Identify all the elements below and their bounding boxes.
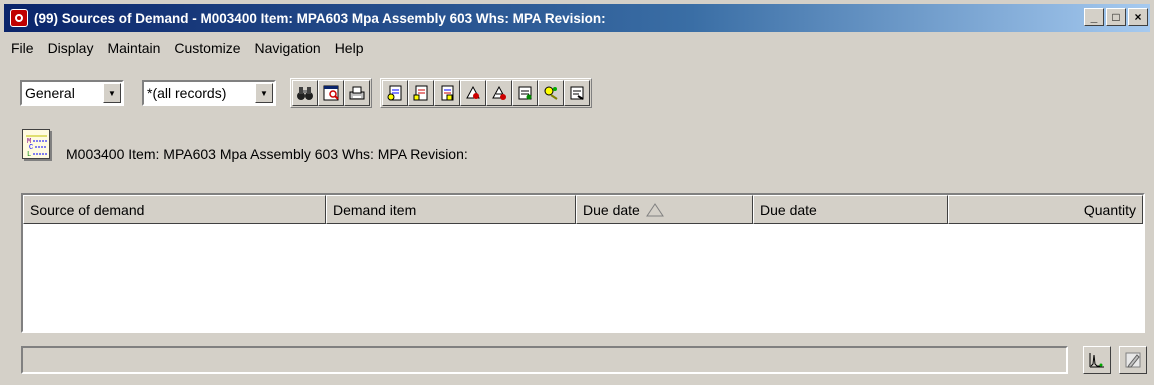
toolbar: General ▼ *(all records) ▼ [20,78,592,108]
report-preview-button[interactable] [318,80,344,106]
column-label: Demand item [333,201,417,218]
binoculars-button[interactable] [292,80,318,106]
chevron-down-icon[interactable]: ▼ [103,83,121,103]
column-header-quantity[interactable]: Quantity [948,195,1143,224]
menu-file[interactable]: File [4,40,41,56]
tool1-icon [466,85,480,99]
window-title: (99) Sources of Demand - M003400 Item: M… [34,10,606,26]
report-preview-icon [323,85,339,101]
tool2-button[interactable] [486,80,512,106]
menu-navigation[interactable]: Navigation [248,40,328,56]
column-header-due-date-sorted[interactable]: Due date [576,195,753,224]
filter-combo-value: *(all records) [147,85,227,101]
tool3-icon [518,86,532,100]
sort-ascending-icon [645,202,664,216]
column-label: Quantity [1083,201,1136,218]
form3-icon [441,85,454,101]
chevron-down-icon[interactable]: ▼ [255,83,273,103]
menu-help[interactable]: Help [328,40,371,56]
tool3-button[interactable] [512,80,538,106]
tool1-button[interactable] [460,80,486,106]
table-header: Source of demand Demand item Due date Du… [23,195,1143,224]
column-header-source[interactable]: Source of demand [23,195,326,224]
column-label: Source of demand [30,201,145,218]
column-label: Due date [760,201,817,218]
filter-combo[interactable]: *(all records) ▼ [142,80,276,106]
view-combo-value: General [25,85,75,101]
chart-button[interactable] [1083,346,1111,374]
document-icon: M C L [22,129,50,159]
form2-button[interactable] [408,80,434,106]
view-combo[interactable]: General ▼ [20,80,124,106]
tool5-button[interactable] [564,80,590,106]
toolbar-group-view [290,78,372,108]
record-info: M003400 Item: MPA603 Mpa Assembly 603 Wh… [66,146,468,162]
menu-display[interactable]: Display [41,40,101,56]
tool2-icon [492,85,506,100]
print-button[interactable] [344,80,370,106]
menu-maintain[interactable]: Maintain [100,40,167,56]
print-icon [349,86,365,100]
svg-text:L: L [27,151,31,159]
status-bar [21,346,1068,374]
app-icon[interactable] [10,9,28,27]
tool4-button[interactable] [538,80,564,106]
demand-table: Source of demand Demand item Due date Du… [21,193,1145,333]
window-controls: _ □ × [1084,8,1148,26]
title-bar: (99) Sources of Demand - M003400 Item: M… [4,4,1150,32]
pencil-icon [1125,352,1141,368]
chart-icon [1089,353,1104,368]
column-label: Due date [583,201,640,218]
form1-button[interactable] [382,80,408,106]
maximize-button[interactable]: □ [1106,8,1126,26]
tool5-icon [570,86,584,100]
form1-icon [387,85,402,101]
menu-bar: File Display Maintain Customize Navigati… [4,36,370,60]
toolbar-group-actions [380,78,592,108]
minimize-button[interactable]: _ [1084,8,1104,26]
column-header-due-date[interactable]: Due date [753,195,948,224]
column-header-demand-item[interactable]: Demand item [326,195,576,224]
tool4-icon [544,86,558,100]
form3-button[interactable] [434,80,460,106]
close-button[interactable]: × [1128,8,1148,26]
binoculars-icon [297,87,313,100]
table-body[interactable] [23,224,1143,331]
form2-icon [413,85,428,101]
edit-button[interactable] [1119,346,1147,374]
menu-customize[interactable]: Customize [167,40,247,56]
